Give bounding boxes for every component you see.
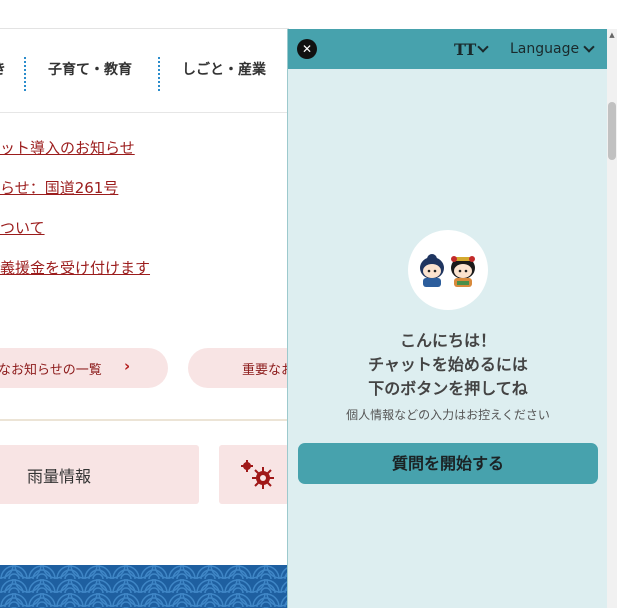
virus-icon	[241, 460, 274, 489]
greeting-line-3: 下のボタンを押してね	[368, 379, 528, 398]
chatbot-panel: ✕ TT Language こんにちは！ チャットを始めるには 下のボタンを押し…	[287, 29, 608, 608]
chevron-right-icon: ›	[124, 357, 131, 375]
start-question-button[interactable]: 質問を開始する	[298, 443, 598, 484]
all-notices-label: なお知らせの一覧	[0, 363, 102, 378]
font-size-icon: TT	[454, 39, 476, 59]
nav-item-work-industry[interactable]: しごと・産業	[182, 59, 266, 79]
global-nav: き 子育て・教育 しごと・産業	[0, 29, 289, 113]
all-notices-button[interactable]: なお知らせの一覧 ›	[0, 348, 168, 388]
news-link-about[interactable]: ついて	[0, 217, 45, 238]
scrollbar-thumb[interactable]	[608, 102, 616, 160]
font-size-button[interactable]: TT	[454, 38, 489, 60]
news-link-chatbot[interactable]: ット導入のお知らせ	[0, 137, 135, 158]
chevron-down-icon	[583, 41, 595, 53]
rainfall-info-card[interactable]: 雨量情報	[0, 445, 199, 504]
greeting-line-2: チャットを始めるには	[368, 355, 528, 374]
news-link-donation[interactable]: 義援金を受け付けます	[0, 257, 150, 278]
nav-separator	[158, 57, 160, 91]
virus-info-card[interactable]	[219, 445, 289, 504]
browser-viewport: き 子育て・教育 しごと・産業 ット導入のお知らせ らせ：国道261号 ついて …	[0, 0, 617, 608]
section-divider	[0, 419, 289, 421]
decorative-wave-pattern	[0, 565, 289, 608]
important-notices-label: 重要なお	[242, 363, 289, 378]
close-icon[interactable]: ✕	[297, 39, 317, 59]
rainfall-info-label: 雨量情報	[27, 467, 92, 486]
nav-item-partial[interactable]: き	[0, 59, 6, 79]
language-label: Language	[510, 41, 580, 57]
nav-item-childcare-education[interactable]: 子育て・教育	[48, 59, 132, 79]
mascot-avatar	[408, 230, 488, 310]
nav-separator	[24, 57, 26, 91]
scroll-up-arrow-icon[interactable]: ▲	[608, 29, 616, 41]
important-notices-button[interactable]: 重要なお	[188, 348, 289, 388]
page-scrollbar[interactable]: ▲	[607, 29, 617, 608]
language-button[interactable]: Language	[510, 38, 595, 60]
greeting-line-1: こんにちは！	[399, 331, 496, 350]
chatbot-header: ✕ TT Language	[288, 29, 608, 69]
news-link-route-261[interactable]: らせ：国道261号	[0, 177, 118, 198]
chevron-down-icon	[477, 41, 489, 53]
privacy-note: 個人情報などの入力はお控えください	[346, 408, 550, 422]
